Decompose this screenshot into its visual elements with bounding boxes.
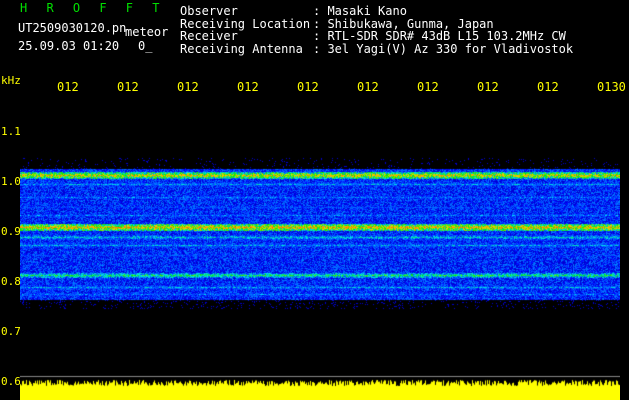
value-antenna: : 3el Yagi(V) Az 330 for Vladivostok bbox=[313, 41, 574, 56]
freq-tick-label: 0.7 bbox=[1, 325, 21, 338]
info-labels: Observer Receiving Location Receiver Rec… bbox=[180, 5, 310, 55]
value-observer: : Masaki Kano bbox=[313, 4, 407, 18]
spectrogram bbox=[20, 97, 620, 400]
app-title: H R O F F T bbox=[20, 1, 166, 15]
freq-tick-label: 0.6 bbox=[1, 375, 21, 388]
time-tick-label: 012 bbox=[297, 80, 319, 94]
info-values: : Masaki Kano : Shibukawa, Gunma, Japan … bbox=[313, 5, 573, 55]
time-tick-label: 012 bbox=[117, 80, 139, 94]
value-receiver: : RTL-SDR SDR# 43dB L15 103.2MHz CW bbox=[313, 29, 566, 43]
freq-tick-label: 1.1 bbox=[1, 125, 21, 138]
time-tick-label: 012 bbox=[237, 80, 259, 94]
time-tick-label: 012 bbox=[537, 80, 559, 94]
label-receiver: Receiver bbox=[180, 29, 238, 43]
date-time: 25.09.03 01:20 bbox=[18, 39, 120, 53]
mode-label: meteor bbox=[125, 25, 169, 39]
count-label: 0_ bbox=[138, 39, 153, 53]
time-tick-label: 012 bbox=[177, 80, 199, 94]
file-name: UT2509030120.pn bbox=[18, 21, 127, 35]
time-tick-label: 012 bbox=[477, 80, 499, 94]
time-tick-label: 0130 bbox=[597, 80, 626, 94]
label-observer: Observer bbox=[180, 4, 238, 18]
freq-tick-label: 1.0 bbox=[1, 175, 21, 188]
time-tick-label: 012 bbox=[57, 80, 79, 94]
unit-label: kHz bbox=[1, 74, 21, 87]
time-tick-label: 012 bbox=[417, 80, 439, 94]
freq-tick-label: 0.9 bbox=[1, 225, 21, 238]
freq-tick-label: 0.8 bbox=[1, 275, 21, 288]
label-antenna: Receiving Antenna bbox=[180, 41, 303, 56]
time-tick-label: 012 bbox=[357, 80, 379, 94]
